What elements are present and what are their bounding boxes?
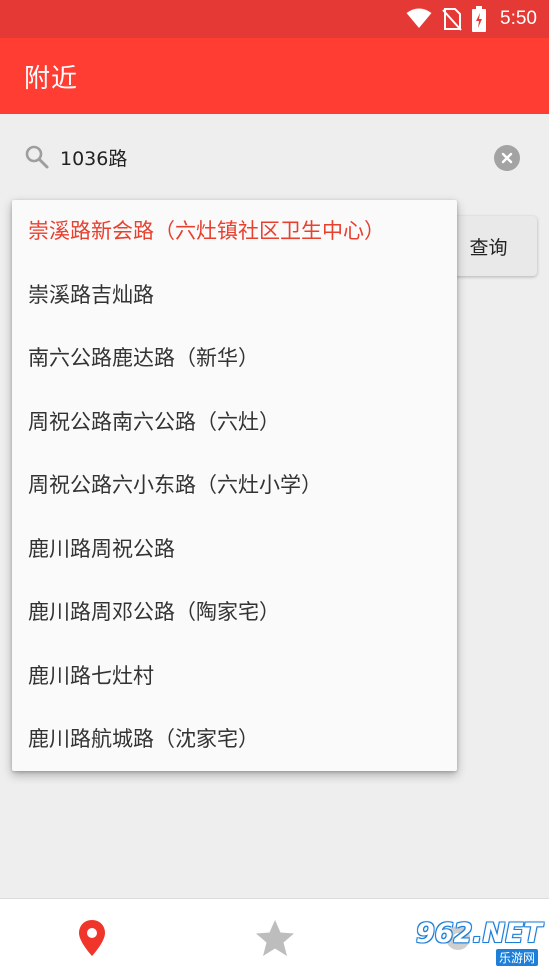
nav-item-nearby[interactable] xyxy=(0,899,183,977)
suggestion-item[interactable]: 周祝公路六小东路（六灶小学） xyxy=(12,454,457,518)
watermark-main: 962.NET xyxy=(416,918,543,949)
watermark-sub: 乐游网 xyxy=(496,949,539,966)
status-icons: 5:50 xyxy=(406,6,537,32)
nav-item-favorites[interactable] xyxy=(183,899,366,977)
suggestion-item[interactable]: 崇溪路吉灿路 xyxy=(12,264,457,328)
app-bar: 附近 xyxy=(0,38,549,114)
search-bar xyxy=(0,114,549,200)
location-pin-icon xyxy=(78,920,105,956)
wifi-icon xyxy=(406,8,432,28)
page-title: 附近 xyxy=(24,64,79,94)
suggestion-item[interactable]: 鹿川路周邓公路（陶家宅） xyxy=(12,581,457,645)
clear-icon[interactable] xyxy=(494,145,520,171)
suggestion-item[interactable]: 鹿川路航城路（沈家宅） xyxy=(12,708,457,771)
status-time: 5:50 xyxy=(500,8,537,29)
suggestion-item[interactable]: 周祝公路南六公路（六灶） xyxy=(12,391,457,455)
battery-charging-icon xyxy=(472,6,487,32)
suggestion-dropdown: 崇溪路新会路（六灶镇社区卫生中心） 崇溪路吉灿路 南六公路鹿达路（新华） 周祝公… xyxy=(12,200,457,771)
status-bar: 5:50 xyxy=(0,0,549,38)
suggestion-item[interactable]: 鹿川路七灶村 xyxy=(12,645,457,709)
watermark-logo: 962.NET 乐游网 xyxy=(412,918,542,968)
suggestion-item[interactable]: 崇溪路新会路（六灶镇社区卫生中心） xyxy=(12,200,457,264)
suggestion-item[interactable]: 鹿川路周祝公路 xyxy=(12,518,457,582)
no-sim-icon xyxy=(442,8,462,31)
search-input[interactable] xyxy=(60,140,460,174)
suggestion-item[interactable]: 南六公路鹿达路（新华） xyxy=(12,327,457,391)
star-icon xyxy=(255,920,294,956)
close-icon xyxy=(501,152,513,164)
search-icon xyxy=(25,145,49,169)
